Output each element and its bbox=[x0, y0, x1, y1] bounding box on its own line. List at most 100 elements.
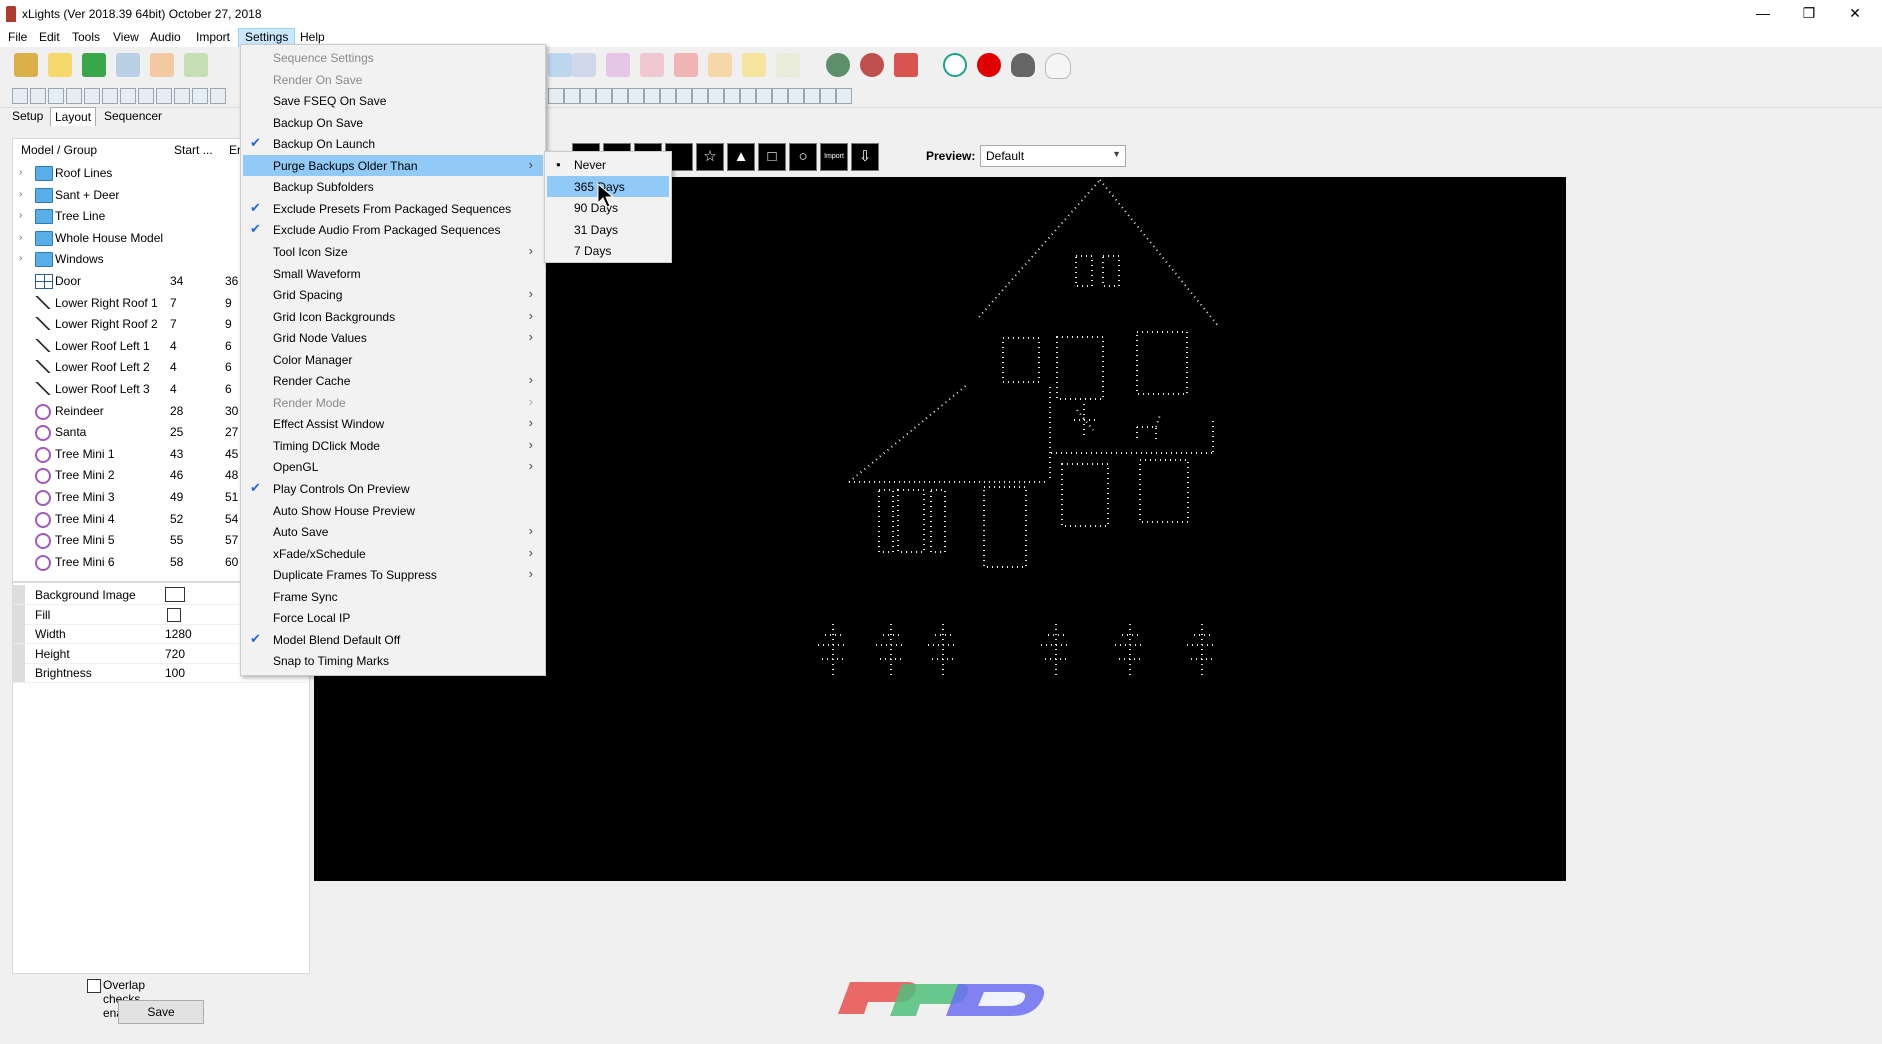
menu-audio[interactable]: Audio bbox=[144, 28, 187, 47]
tab-sequencer[interactable]: Sequencer bbox=[100, 107, 166, 125]
toolbar-icon-c[interactable] bbox=[606, 53, 630, 77]
effect-icon-27[interactable] bbox=[772, 88, 788, 104]
column-header-start[interactable]: Start ... bbox=[174, 143, 213, 157]
minimize-button[interactable]: — bbox=[1740, 0, 1786, 28]
tab-layout[interactable]: Layout bbox=[50, 107, 97, 126]
toolbar-icon-f[interactable] bbox=[742, 53, 766, 77]
settings-item-grid-spacing[interactable]: Grid Spacing › bbox=[243, 284, 543, 305]
expand-icon[interactable]: › bbox=[19, 232, 22, 243]
menu-tools[interactable]: Tools bbox=[66, 28, 106, 47]
new-sequence-icon[interactable] bbox=[48, 53, 72, 77]
stop-rendering-icon[interactable] bbox=[894, 53, 918, 77]
effect-icon-6[interactable] bbox=[102, 88, 118, 104]
effect-icon-23[interactable] bbox=[708, 88, 724, 104]
settings-item-grid-node-values[interactable]: Grid Node Values › bbox=[243, 327, 543, 348]
toolbar-icon-g[interactable] bbox=[776, 53, 800, 77]
preview-select[interactable]: Default ▼ bbox=[980, 145, 1126, 167]
open-sequence-icon[interactable] bbox=[82, 53, 106, 77]
star-icon[interactable]: ☆ bbox=[696, 143, 724, 171]
zoom-in-icon[interactable] bbox=[826, 53, 850, 77]
column-header-name[interactable]: Model / Group bbox=[21, 143, 97, 157]
effect-icon-9[interactable] bbox=[156, 88, 172, 104]
effect-icon-7[interactable] bbox=[120, 88, 136, 104]
menu-file[interactable]: File bbox=[2, 28, 33, 47]
effect-icon-13[interactable] bbox=[548, 88, 564, 104]
settings-item-frame-sync[interactable]: Frame Sync bbox=[243, 586, 543, 607]
effect-icon-1[interactable] bbox=[12, 88, 28, 104]
settings-item-play-controls-on-preview[interactable]: ✔ Play Controls On Preview bbox=[243, 478, 543, 499]
fill-checkbox[interactable] bbox=[167, 607, 181, 622]
menu-view[interactable]: View bbox=[107, 28, 145, 47]
settings-item-small-waveform[interactable]: Small Waveform bbox=[243, 263, 543, 284]
expand-icon[interactable]: › bbox=[19, 167, 22, 178]
purge-option-31-days[interactable]: 31 Days bbox=[547, 219, 669, 240]
close-button[interactable]: ✕ bbox=[1832, 0, 1878, 28]
circle-icon[interactable]: ○ bbox=[789, 143, 817, 171]
settings-item-tool-icon-size[interactable]: Tool Icon Size › bbox=[243, 241, 543, 262]
effect-icon-29[interactable] bbox=[804, 88, 820, 104]
effect-icon-26[interactable] bbox=[756, 88, 772, 104]
house-icon[interactable] bbox=[708, 53, 732, 77]
effect-icon-16[interactable] bbox=[596, 88, 612, 104]
toolbar-icon-a[interactable] bbox=[548, 53, 572, 77]
settings-item-model-blend-default-off[interactable]: ✔ Model Blend Default Off bbox=[243, 629, 543, 650]
settings-item-snap-to-timing-marks[interactable]: Snap to Timing Marks bbox=[243, 650, 543, 671]
settings-item-backup-on-launch[interactable]: ✔ Backup On Launch bbox=[243, 133, 543, 154]
property-value[interactable]: 720 bbox=[165, 647, 185, 661]
effect-icon-12[interactable] bbox=[210, 88, 226, 104]
save-as-icon[interactable] bbox=[150, 53, 174, 77]
settings-item-save-fseq-on-save[interactable]: Save FSEQ On Save bbox=[243, 90, 543, 111]
settings-item-xfade-xschedule[interactable]: xFade/xSchedule › bbox=[243, 543, 543, 564]
effect-icon-22[interactable] bbox=[692, 88, 708, 104]
zoom-out-icon[interactable] bbox=[860, 53, 884, 77]
settings-item-auto-save[interactable]: Auto Save › bbox=[243, 521, 543, 542]
property-value[interactable]: 1280 bbox=[165, 627, 192, 641]
background-image-swatch[interactable] bbox=[165, 587, 185, 602]
open-folder-icon[interactable] bbox=[14, 53, 38, 77]
settings-item-duplicate-frames-to-suppress[interactable]: Duplicate Frames To Suppress › bbox=[243, 564, 543, 585]
effect-icon-10[interactable] bbox=[174, 88, 190, 104]
effect-icon-14[interactable] bbox=[564, 88, 580, 104]
save-icon[interactable] bbox=[116, 53, 140, 77]
effect-icon-18[interactable] bbox=[628, 88, 644, 104]
effect-icon-2[interactable] bbox=[30, 88, 46, 104]
tree-icon[interactable]: ▲ bbox=[727, 143, 755, 171]
effect-icon-25[interactable] bbox=[740, 88, 756, 104]
import-icon[interactable]: Import bbox=[820, 143, 848, 171]
effect-icon-24[interactable] bbox=[724, 88, 740, 104]
effect-icon-15[interactable] bbox=[580, 88, 596, 104]
effect-icon-11[interactable] bbox=[192, 88, 208, 104]
toolbar-icon-e[interactable] bbox=[674, 53, 698, 77]
effect-icon-31[interactable] bbox=[836, 88, 852, 104]
purge-option-7-days[interactable]: 7 Days bbox=[547, 240, 669, 261]
property-value[interactable]: 100 bbox=[165, 666, 185, 680]
matrix-icon[interactable]: □ bbox=[758, 143, 786, 171]
help-icon[interactable] bbox=[943, 53, 967, 77]
menu-edit[interactable]: Edit bbox=[33, 28, 66, 47]
effect-icon-17[interactable] bbox=[612, 88, 628, 104]
settings-item-purge-backups-older-than[interactable]: Purge Backups Older Than › bbox=[243, 154, 543, 176]
settings-item-force-local-ip[interactable]: Force Local IP bbox=[243, 607, 543, 628]
effect-icon-21[interactable] bbox=[676, 88, 692, 104]
effect-icon-8[interactable] bbox=[138, 88, 154, 104]
effect-icon-30[interactable] bbox=[820, 88, 836, 104]
tab-setup[interactable]: Setup bbox=[8, 107, 47, 125]
menu-import[interactable]: Import bbox=[190, 28, 236, 47]
settings-item-auto-show-house-preview[interactable]: Auto Show House Preview bbox=[243, 500, 543, 521]
restore-button[interactable]: ❐ bbox=[1786, 0, 1832, 28]
settings-item-effect-assist-window[interactable]: Effect Assist Window › bbox=[243, 413, 543, 434]
stop-sign-icon[interactable] bbox=[977, 53, 1001, 77]
effect-icon-28[interactable] bbox=[788, 88, 804, 104]
effect-icon-3[interactable] bbox=[48, 88, 64, 104]
settings-item-render-cache[interactable]: Render Cache › bbox=[243, 370, 543, 391]
settings-item-grid-icon-backgrounds[interactable]: Grid Icon Backgrounds › bbox=[243, 306, 543, 327]
effect-icon-4[interactable] bbox=[66, 88, 82, 104]
settings-item-backup-subfolders[interactable]: Backup Subfolders bbox=[243, 176, 543, 197]
render-icon[interactable] bbox=[184, 53, 208, 77]
settings-item-timing-dclick-mode[interactable]: Timing DClick Mode › bbox=[243, 435, 543, 456]
settings-item-exclude-presets-from-packaged-sequences[interactable]: ✔ Exclude Presets From Packaged Sequences bbox=[243, 198, 543, 219]
settings-item-backup-on-save[interactable]: Backup On Save bbox=[243, 112, 543, 133]
expand-icon[interactable]: › bbox=[19, 253, 22, 264]
settings-item-exclude-audio-from-packaged-sequences[interactable]: ✔ Exclude Audio From Packaged Sequences bbox=[243, 219, 543, 240]
save-button[interactable]: Save bbox=[118, 1000, 204, 1024]
